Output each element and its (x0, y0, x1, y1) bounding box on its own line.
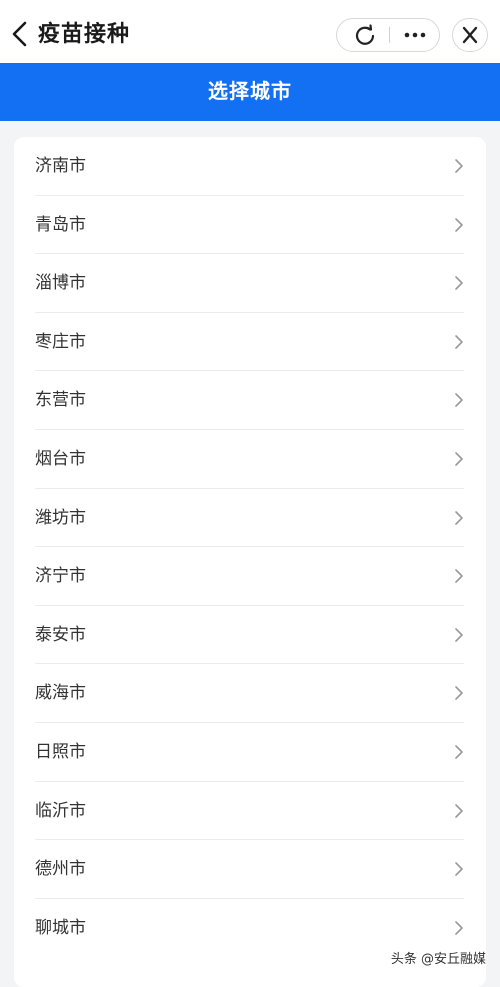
city-name: 聊城市 (35, 899, 86, 957)
more-button[interactable] (389, 19, 441, 51)
city-name: 临沂市 (35, 782, 86, 840)
city-list: 济南市 青岛市 淄博市 枣庄市 东营市 烟台市 潍坊市 济宁市 泰安市 威海市 … (14, 137, 486, 987)
chevron-right-icon (454, 685, 464, 701)
city-row[interactable]: 威海市 (35, 664, 464, 723)
chevron-right-icon (454, 627, 464, 643)
chevron-right-icon (454, 744, 464, 760)
chevron-right-icon (454, 275, 464, 291)
chevron-right-icon (454, 158, 464, 174)
city-row[interactable]: 济南市 (35, 137, 464, 196)
chevron-right-icon (454, 803, 464, 819)
chevron-right-icon (454, 217, 464, 233)
back-button[interactable] (8, 18, 34, 50)
city-row[interactable]: 潍坊市 (35, 489, 464, 548)
city-row[interactable]: 东营市 (35, 371, 464, 430)
city-row[interactable]: 日照市 (35, 723, 464, 782)
refresh-button[interactable] (339, 19, 391, 51)
city-name: 青岛市 (35, 196, 86, 254)
chevron-right-icon (454, 920, 464, 936)
city-row[interactable]: 临沂市 (35, 782, 464, 841)
city-name: 枣庄市 (35, 313, 86, 371)
page-header-banner: 选择城市 (0, 63, 500, 121)
chevron-right-icon (454, 568, 464, 584)
page-title: 疫苗接种 (38, 17, 130, 53)
city-name: 东营市 (35, 371, 86, 429)
header-title: 选择城市 (0, 63, 500, 121)
chevron-right-icon (454, 334, 464, 350)
city-row[interactable]: 青岛市 (35, 196, 464, 255)
source-watermark: 头条 @安丘融媒 (391, 948, 486, 967)
city-name: 泰安市 (35, 606, 86, 664)
city-name: 威海市 (35, 664, 86, 722)
close-button[interactable] (452, 18, 488, 52)
city-row[interactable]: 枣庄市 (35, 313, 464, 372)
chevron-right-icon (454, 861, 464, 877)
chevron-right-icon (454, 510, 464, 526)
city-name: 淄博市 (35, 254, 86, 312)
city-row[interactable]: 淄博市 (35, 254, 464, 313)
refresh-icon (339, 19, 391, 51)
mini-program-capsule (336, 18, 440, 52)
chevron-right-icon (454, 451, 464, 467)
city-name: 济南市 (35, 137, 86, 195)
city-name: 日照市 (35, 723, 86, 781)
city-name: 德州市 (35, 840, 86, 898)
city-row[interactable]: 济宁市 (35, 547, 464, 606)
city-row[interactable]: 烟台市 (35, 430, 464, 489)
city-name: 潍坊市 (35, 489, 86, 547)
city-row[interactable]: 德州市 (35, 840, 464, 899)
close-icon (453, 19, 487, 51)
chevron-left-icon (8, 18, 34, 50)
city-name: 烟台市 (35, 430, 86, 488)
top-navigation-bar: 疫苗接种 (0, 0, 500, 64)
chevron-right-icon (454, 392, 464, 408)
city-row[interactable]: 泰安市 (35, 606, 464, 665)
city-name: 济宁市 (35, 547, 86, 605)
more-dots-icon (389, 19, 441, 51)
